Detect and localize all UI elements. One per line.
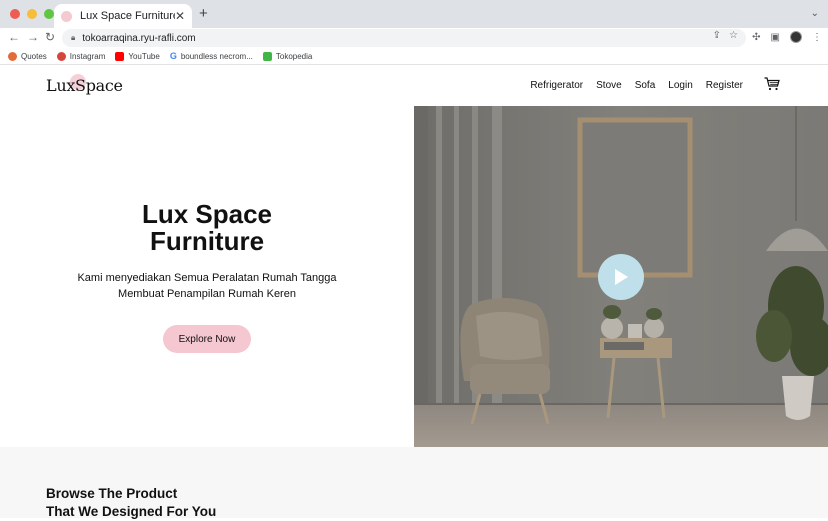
- hero-section: Lux Space Furniture Kami menyediakan Sem…: [0, 106, 828, 447]
- more-menu-icon[interactable]: ⋮: [812, 32, 822, 43]
- bookmark-google[interactable]: G boundless necrom...: [170, 51, 253, 61]
- hero-title: Lux Space Furniture: [141, 199, 273, 256]
- lock-icon: 🔒︎: [71, 33, 76, 42]
- browse-title: Browse The Product That We Designed For …: [46, 486, 217, 519]
- hero-subtitle: Kami menyediakan Semua Peralatan Rumah T…: [77, 272, 337, 300]
- tab-favicon-icon: [61, 10, 72, 22]
- tab-close-icon[interactable]: ✕: [175, 9, 185, 23]
- address-url: tokoarraqina.ryu-rafli.com: [82, 32, 196, 44]
- reload-icon[interactable]: ↻: [45, 30, 55, 44]
- bookmark-label: Quotes: [21, 51, 47, 61]
- tab-search-chevron-icon[interactable]: ⌄: [811, 8, 819, 19]
- play-icon: [615, 269, 628, 285]
- cart-icon[interactable]: [764, 77, 780, 91]
- bookmark-label: Instagram: [69, 51, 106, 61]
- forward-arrow-icon[interactable]: →: [27, 30, 39, 44]
- bookmark-youtube[interactable]: YouTube: [115, 51, 160, 61]
- play-video-button[interactable]: [598, 254, 644, 300]
- sidebar-icon[interactable]: ▣: [771, 32, 780, 43]
- hero-text-panel: Lux Space Furniture Kami menyediakan Sem…: [0, 106, 414, 447]
- extensions-icon[interactable]: ✣: [752, 32, 760, 43]
- star-icon[interactable]: ☆: [729, 30, 738, 41]
- close-window-button[interactable]: [10, 9, 20, 19]
- nav-item-refrigerator[interactable]: Refrigerator: [530, 80, 583, 91]
- nav-item-stove[interactable]: Stove: [596, 80, 622, 91]
- nav-item-register[interactable]: Register: [706, 80, 743, 91]
- back-arrow-icon[interactable]: ←: [8, 30, 20, 44]
- google-favicon-icon: G: [169, 51, 177, 61]
- bookmarks-bar: Quotes Instagram YouTube G boundless nec…: [0, 48, 828, 64]
- browser-toolbar: ← → ↻ 🔒︎ tokoarraqina.ryu-rafli.com ⇪ ☆ …: [0, 28, 828, 48]
- nav-item-login[interactable]: Login: [668, 80, 692, 91]
- bookmark-tokopedia[interactable]: Tokopedia: [262, 51, 313, 61]
- browser-tab-bar: Lux Space Furniture ✕ + ⌄: [0, 0, 828, 28]
- tokopedia-favicon-icon: [262, 51, 272, 61]
- new-tab-icon[interactable]: +: [199, 5, 208, 22]
- site-logo[interactable]: LuxSpace: [46, 74, 123, 95]
- browser-tab[interactable]: Lux Space Furniture ✕: [54, 4, 192, 28]
- explore-now-button[interactable]: Explore Now: [163, 325, 251, 353]
- bookmark-label: Tokopedia: [275, 51, 313, 61]
- quotes-favicon-icon: [8, 51, 17, 61]
- nav-item-sofa[interactable]: Sofa: [635, 80, 656, 91]
- bookmark-instagram[interactable]: Instagram: [56, 51, 106, 61]
- bookmark-label: boundless necrom...: [180, 51, 253, 61]
- share-icon[interactable]: ⇪: [713, 30, 721, 41]
- maximize-window-button[interactable]: [44, 9, 54, 19]
- instagram-favicon-icon: [56, 51, 66, 61]
- minimize-window-button[interactable]: [27, 9, 37, 19]
- youtube-favicon-icon: [115, 51, 125, 61]
- browse-section: Browse The Product That We Designed For …: [0, 447, 828, 519]
- site-header: LuxSpace Refrigerator Stove Sofa Login R…: [0, 65, 828, 106]
- profile-avatar[interactable]: [790, 31, 802, 43]
- bookmark-quotes[interactable]: Quotes: [8, 51, 47, 61]
- tab-title: Lux Space Furniture: [80, 10, 175, 22]
- address-bar[interactable]: 🔒︎ tokoarraqina.ryu-rafli.com ⇪ ☆: [62, 29, 746, 47]
- bookmark-label: YouTube: [128, 51, 160, 61]
- logo-text: LuxSpace: [46, 76, 123, 95]
- window-controls: [10, 9, 54, 19]
- main-nav: Refrigerator Stove Sofa Login Register: [530, 80, 743, 91]
